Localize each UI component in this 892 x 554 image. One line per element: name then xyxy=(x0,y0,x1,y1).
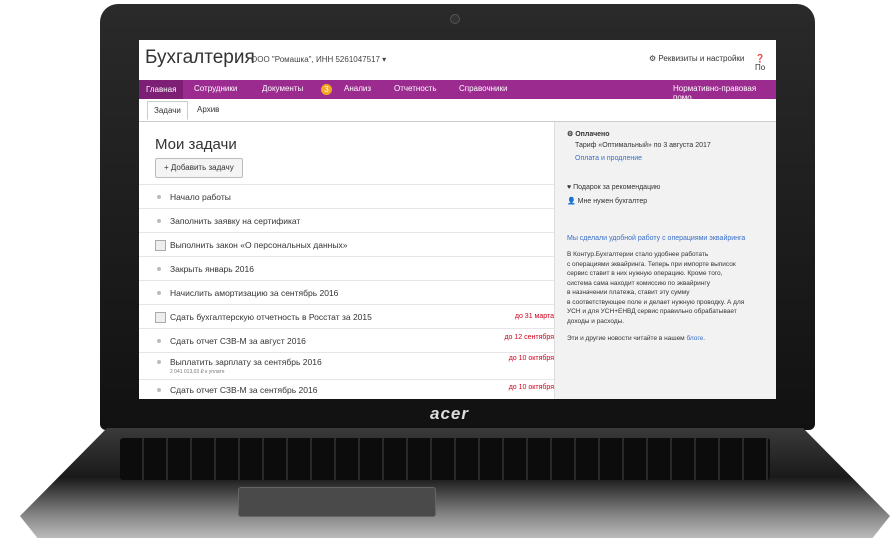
task-item[interactable]: Начислить амортизацию за сентябрь 2016 xyxy=(139,280,554,305)
task-item[interactable]: Начало работы xyxy=(139,184,554,209)
task-item[interactable]: Закрыть январь 2016 xyxy=(139,256,554,281)
tab-tasks[interactable]: Задачи xyxy=(147,101,188,120)
app-logo[interactable]: Бухгалтерия xyxy=(145,47,255,69)
bullet-icon xyxy=(157,195,161,199)
news-title-link[interactable]: Мы сделали удобной работу с операциями э… xyxy=(567,235,745,242)
task-deadline: до 10 октября xyxy=(508,355,554,362)
task-deadline: до 10 октября xyxy=(508,384,554,391)
bullet-icon xyxy=(157,339,161,343)
screen: Бухгалтерия ООО "Ромашка", ИНН 526104751… xyxy=(139,40,776,399)
accountant-link[interactable]: 👤 Мне нужен бухгалтер xyxy=(567,197,647,205)
task-checkbox[interactable] xyxy=(155,312,166,323)
news-line: УСН и для УСН+ЕНВД сервис правильно обра… xyxy=(567,308,737,315)
webcam-icon xyxy=(450,14,460,24)
app-header: Бухгалтерия ООО "Ромашка", ИНН 526104751… xyxy=(139,40,776,80)
page-title: Мои задачи xyxy=(155,136,237,153)
tab-archive[interactable]: Архив xyxy=(197,105,219,114)
bullet-icon xyxy=(157,388,161,392)
task-text: Сдать бухгалтерскую отчетность в Росстат… xyxy=(170,312,372,322)
help-label: По xyxy=(755,63,766,72)
blog-link[interactable]: блоге. xyxy=(686,335,705,342)
nav-item-home[interactable]: Главная xyxy=(139,80,184,99)
news-line: с операциями эквайринга. Теперь при импо… xyxy=(567,260,736,268)
bullet-icon xyxy=(157,291,161,295)
task-text: Сдать отчет СЗВ-М за август 2016 xyxy=(170,336,306,346)
gift-label: Подарок за рекомендацию xyxy=(573,184,661,191)
news-line: доходы и расходы. xyxy=(567,317,625,325)
nav-item-reports[interactable]: Отчетность xyxy=(394,84,437,93)
task-text: Начало работы xyxy=(170,192,231,202)
news-line: в назначении платежа, ставит эту сумму xyxy=(567,289,690,296)
keyboard xyxy=(120,438,770,480)
task-deadline: до 31 марта xyxy=(514,313,554,320)
accountant-label: Мне нужен бухгалтер xyxy=(577,198,648,205)
news-line: в соответствующее поле и делает нужную п… xyxy=(567,298,745,306)
main-nav: Главная Сотрудники Документы 3 Анализ От… xyxy=(139,80,776,102)
task-text: Закрыть январь 2016 xyxy=(170,264,254,274)
news-line: В Контур.Бухгалтерии стало удобнее работ… xyxy=(567,251,709,258)
task-deadline: до 12 сентября xyxy=(504,334,554,341)
task-amount: 2 041 013,03 ₽ к уплате xyxy=(170,369,225,375)
news-line: система сама находит комиссию по эквайри… xyxy=(567,279,710,287)
bullet-icon xyxy=(157,219,161,223)
news-more-text: Эти и другие новости читайте в нашем xyxy=(567,335,685,342)
payment-link[interactable]: Оплата и продление xyxy=(575,155,642,162)
add-task-button[interactable]: + Добавить задачу xyxy=(155,158,243,178)
tasks-panel: Мои задачи + Добавить задачу Начало рабо… xyxy=(139,122,554,399)
sidebar: ⚙ Оплачено Тариф «Оптимальный» по 3 авгу… xyxy=(554,122,776,399)
task-text: Начислить амортизацию за сентябрь 2016 xyxy=(170,288,339,298)
task-text: Выполнить закон «О персональных данных» xyxy=(170,240,348,250)
nav-item-references[interactable]: Справочники xyxy=(459,84,507,93)
touchpad xyxy=(238,487,436,517)
documents-badge: 3 xyxy=(321,84,332,95)
tariff-text: Тариф «Оптимальный» по 3 августа 2017 xyxy=(575,142,711,149)
bullet-icon xyxy=(157,267,161,271)
news-line: сервис ставит в них нужную операцию. Кро… xyxy=(567,270,723,277)
paid-status: ⚙ Оплачено xyxy=(567,131,610,138)
help-link[interactable]: ❓ По xyxy=(755,54,776,72)
nav-item-employees[interactable]: Сотрудники xyxy=(194,84,237,93)
nav-item-documents[interactable]: Документы xyxy=(262,84,303,93)
settings-link[interactable]: ⚙ Реквизиты и настройки xyxy=(649,54,744,63)
settings-label: Реквизиты и настройки xyxy=(658,54,745,63)
task-checkbox[interactable] xyxy=(155,240,166,251)
news-body: В Контур.Бухгалтерии стало удобнее работ… xyxy=(567,250,776,344)
bullet-icon xyxy=(157,360,161,364)
paid-label: Оплачено xyxy=(575,131,610,138)
news-more: Эти и другие новости читайте в нашем бло… xyxy=(567,334,776,344)
task-item[interactable]: Выплатить зарплату за сентябрь 2016 2 04… xyxy=(139,352,554,380)
task-text: Выплатить зарплату за сентябрь 2016 xyxy=(170,357,322,367)
gift-link[interactable]: ♥ Подарок за рекомендацию xyxy=(567,184,660,191)
subtabs: Задачи Архив xyxy=(139,99,776,122)
org-selector[interactable]: ООО "Ромашка", ИНН 5261047517 ▾ xyxy=(251,55,386,64)
task-item[interactable]: Заполнить заявку на сертификат xyxy=(139,208,554,233)
task-item[interactable]: Выполнить закон «О персональных данных» xyxy=(139,232,554,257)
task-text: Сдать отчет СЗВ-М за сентябрь 2016 xyxy=(170,385,318,395)
task-text: Заполнить заявку на сертификат xyxy=(170,216,301,226)
task-item[interactable]: Сдать бухгалтерскую отчетность в Росстат… xyxy=(139,304,554,329)
brand-logo: acer xyxy=(430,404,469,423)
nav-item-analysis[interactable]: Анализ xyxy=(344,84,371,93)
task-item[interactable]: Сдать отчет СЗВ-М за сентябрь 2016 до 10… xyxy=(139,379,554,399)
task-item[interactable]: Сдать отчет СЗВ-М за август 2016 до 12 с… xyxy=(139,328,554,353)
